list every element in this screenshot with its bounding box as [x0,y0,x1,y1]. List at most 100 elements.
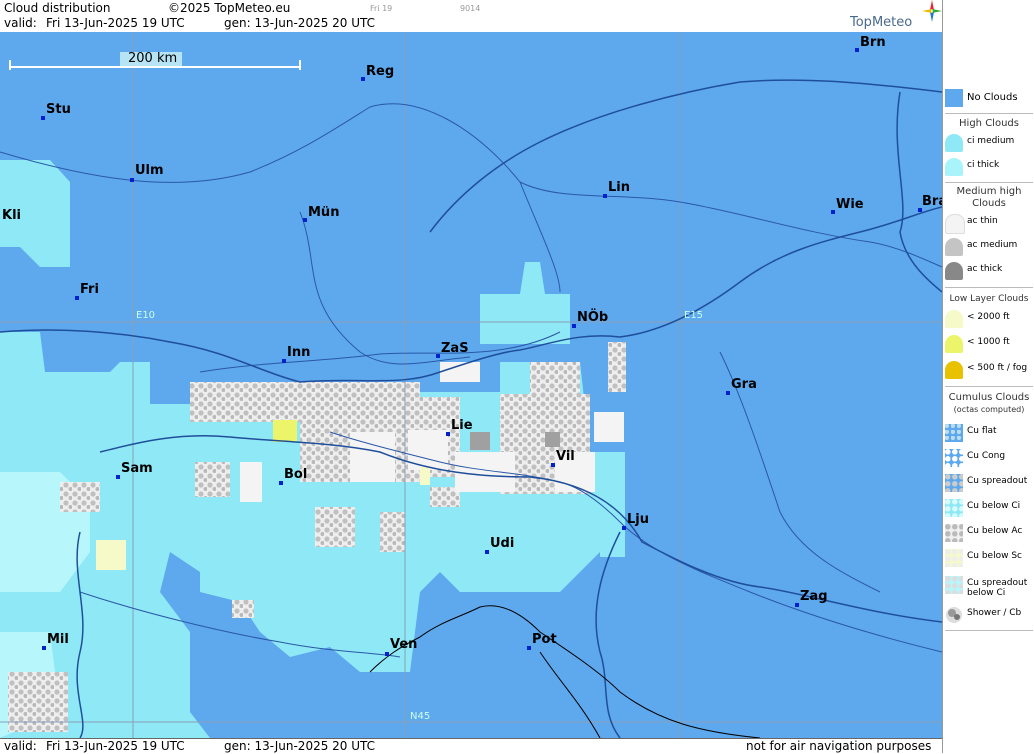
city-label-fri: Fri [80,282,99,297]
footer-gen-time: gen: 13-Jun-2025 20 UTC [224,739,376,753]
city-label-wie: Wie [836,197,864,212]
legend-swatch [945,262,963,280]
legend-divider [945,113,1033,114]
gen-time: gen: 13-Jun-2025 20 UTC [224,16,376,30]
legend-swatch [945,424,963,442]
legend-swatch [945,310,963,328]
shower-cb-icon [946,607,962,623]
city-label-mil: Mil [47,632,69,647]
legend-cu-flat: Cu flat [943,422,1034,444]
legend-cu-below-ac: Cu below Ac [943,522,1034,544]
legend-swatch [945,214,965,234]
legend-label: Cu spreadout [967,476,1028,486]
topmeteo-logo-icon [922,0,942,22]
legend-swatch [945,89,963,107]
legend-low-title: Low Layer Clouds [949,294,1029,304]
legend-swatch [945,499,963,517]
legend-divider [945,630,1033,631]
legend-low-500: < 500 ft / fog [943,359,1034,381]
legend-cu-below-sc: Cu below Sc [943,547,1034,569]
legend-label: Cu below Ci [967,501,1021,511]
footer-valid-label: valid: [4,739,37,753]
legend-label: Cu below Sc [967,551,1022,561]
city-label-ven: Ven [390,637,418,652]
valid-time: Fri 13-Jun-2025 19 UTC [46,16,185,30]
city-marker [41,116,45,120]
city-label-pot: Pot [532,632,557,647]
disclaimer: not for air navigation purposes [746,739,932,753]
city-marker [75,296,79,300]
legend-shower-cb: Shower / Cb [943,604,1034,626]
legend-medium-title: Medium high Clouds [956,186,1022,209]
city-marker [726,391,730,395]
valid-label: valid: [4,16,37,30]
legend-ci-thick: ci thick [943,156,1034,178]
city-label-zag: Zag [800,589,828,604]
legend-swatch [945,524,963,542]
footer-bar: valid: Fri 13-Jun-2025 19 UTC gen: 13-Ju… [0,738,942,754]
city-marker [436,354,440,358]
city-marker [572,324,576,328]
legend-label: Cu flat [967,426,997,436]
city-marker [831,210,835,214]
legend-low-2000: < 2000 ft [943,308,1034,330]
city-label-zas: ZaS [441,341,469,356]
city-label-stu: Stu [46,102,71,117]
legend-cumulus-subtitle: (octas computed) [953,405,1025,414]
legend-ci-medium: ci medium [943,132,1034,154]
legend-label: ac medium [967,240,1018,250]
city-marker [42,646,46,650]
city-label-bra: Bra [922,195,942,209]
legend-swatch [945,549,963,567]
city-label-sam: Sam [121,461,153,476]
legend-label: Shower / Cb [967,608,1022,618]
legend-swatch [945,474,963,492]
city-label-lin: Lin [608,180,630,195]
legend-swatch [945,158,963,176]
grid-label-e15: E15 [684,310,704,321]
city-marker [361,77,365,81]
scale-bar-label: 200 km [128,51,178,66]
city-marker [795,603,799,607]
brand-name: TopMeteo [850,15,913,30]
grid-label-n45: N45 [410,711,431,722]
legend-swatch [945,238,963,256]
city-marker [279,481,283,485]
city-marker [603,194,607,198]
legend-cu-spreadout: Cu spreadout [943,472,1034,494]
city-marker [855,48,859,52]
legend-label: < 1000 ft [967,337,1010,347]
legend-swatch [945,134,963,152]
city-label-kli: Kli [2,208,21,223]
city-marker [446,432,450,436]
legend-label: Cu below Ac [967,526,1023,536]
legend-swatch [945,361,963,379]
legend-swatch [945,449,963,467]
city-label-lie: Lie [451,418,473,433]
city-label-bol: Bol [284,467,308,482]
legend-cumulus-title: Cumulus Clouds [948,392,1030,403]
legend-cu-spreadout-below-ci: Cu spreadout below Ci [943,574,1034,602]
city-label-inn: Inn [287,345,311,360]
legend-panel: No Clouds High Clouds ci medium ci thick… [942,0,1034,753]
city-marker [385,652,389,656]
city-label-udi: Udi [490,536,515,551]
legend-ac-thick: ac thick [943,260,1034,282]
city-label-ulm: Ulm [135,163,164,178]
legend-divider [945,386,1033,387]
city-label-mun: Mün [308,205,340,220]
legend-swatch [945,606,963,624]
city-marker [551,463,555,467]
cloud-map: 200 km E10 E15 N45 Brn Reg Stu Ulm Lin K… [0,32,942,738]
legend-swatch [945,335,963,353]
legend-label: No Clouds [967,92,1018,103]
day-code: Fri 19 [370,4,393,13]
legend-divider [945,182,1033,183]
city-marker [116,475,120,479]
city-marker [282,359,286,363]
map-title: Cloud distribution [4,1,111,15]
legend-label: < 500 ft / fog [967,363,1028,373]
copyright: ©2025 TopMeteo.eu [168,1,291,15]
city-label-gra: Gra [731,377,757,392]
legend-label: ac thick [967,264,1003,274]
